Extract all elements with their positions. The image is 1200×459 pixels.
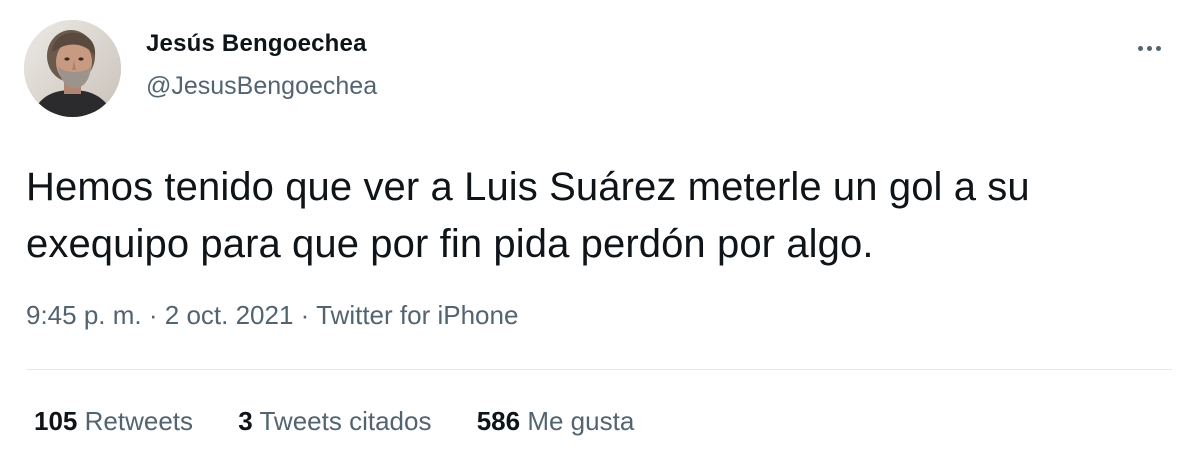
likes-label: Me gusta [527,406,635,436]
tweet-text-line: exequipo para que por fin pida perdón po… [26,222,874,266]
tweet-meta: 9:45 p. m. · 2 oct. 2021 · Twitter for i… [26,300,518,331]
quote-tweets-stat[interactable]: 3 Tweets citados [238,406,431,437]
author-name[interactable]: Jesús Bengoechea [146,30,367,58]
retweets-stat[interactable]: 105 Retweets [34,406,193,437]
tweet-text: Hemos tenido que ver a Luis Suárez meter… [26,159,1176,273]
likes-stat[interactable]: 586 Me gusta [477,406,635,437]
tweet-date[interactable]: 2 oct. 2021 [165,300,294,330]
quote-tweets-count: 3 [238,406,253,436]
tweet-stats: 105 Retweets 3 Tweets citados 586 Me gus… [34,406,672,437]
avatar[interactable] [24,20,121,117]
tweet-text-line: Hemos tenido que ver a Luis Suárez meter… [26,165,1030,209]
profile-photo [24,20,121,117]
quote-tweets-label: Tweets citados [259,406,432,436]
more-options-button[interactable] [1124,30,1174,66]
more-options-icon [1136,45,1163,51]
likes-count: 586 [476,406,521,436]
meta-separator: · [300,300,310,330]
retweets-label: Retweets [84,406,194,436]
author-handle[interactable]: @JesusBengoechea [146,72,377,101]
tweet-card: Jesús Bengoechea @JesusBengoechea Hemos … [0,0,1200,459]
retweets-count: 105 [34,406,78,436]
tweet-time[interactable]: 9:45 p. m. [26,300,142,330]
divider [26,369,1172,370]
meta-separator: · [148,300,158,330]
tweet-source[interactable]: Twitter for iPhone [316,300,518,330]
